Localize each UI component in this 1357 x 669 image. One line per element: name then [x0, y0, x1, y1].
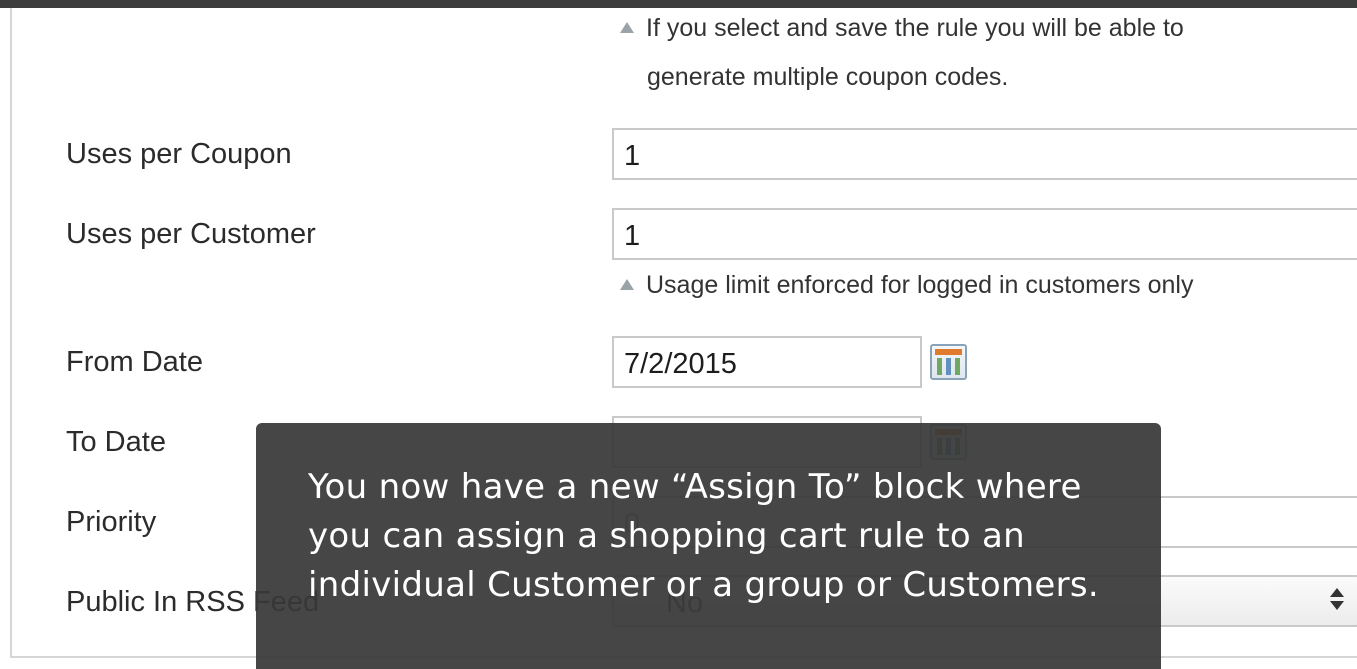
tooltip-overlay: You now have a new “Assign To” block whe… — [256, 423, 1161, 669]
coupon-hint-line2: generate multiple coupon codes. — [647, 63, 1009, 91]
usage-limit-hint-text: Usage limit enforced for logged in custo… — [646, 271, 1194, 299]
uses-per-coupon-label: Uses per Coupon — [66, 138, 292, 170]
uses-per-coupon-input[interactable]: 1 — [612, 128, 1357, 180]
uses-per-customer-input[interactable]: 1 — [612, 208, 1357, 260]
from-date-label: From Date — [66, 346, 203, 378]
coupon-hint: If you select and save the rule you will… — [620, 4, 1184, 102]
to-date-label: To Date — [66, 426, 166, 458]
tooltip-text: You now have a new “Assign To” block whe… — [308, 467, 1100, 605]
triangle-up-icon — [620, 22, 634, 33]
from-date-input[interactable]: 7/2/2015 — [612, 336, 922, 388]
coupon-hint-line1: If you select and save the rule you will… — [646, 14, 1184, 42]
calendar-icon[interactable] — [930, 344, 967, 380]
triangle-up-icon — [620, 279, 634, 290]
usage-limit-hint: Usage limit enforced for logged in custo… — [620, 261, 1194, 310]
select-arrows-icon — [1330, 585, 1344, 615]
priority-label: Priority — [66, 506, 157, 538]
uses-per-customer-label: Uses per Customer — [66, 218, 316, 250]
